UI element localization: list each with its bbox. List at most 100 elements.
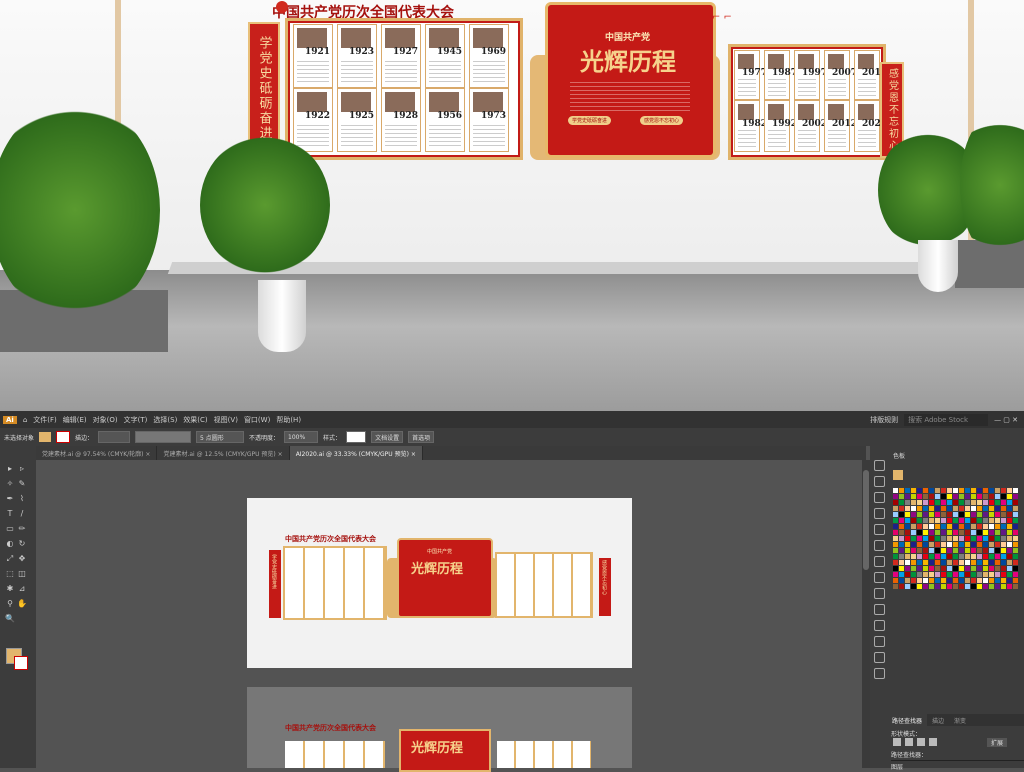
color-swatch[interactable]: [917, 578, 922, 583]
color-swatch[interactable]: [905, 566, 910, 571]
color-swatch[interactable]: [989, 554, 994, 559]
color-swatch[interactable]: [1013, 530, 1018, 535]
color-swatch[interactable]: [1013, 506, 1018, 511]
color-swatch[interactable]: [923, 524, 928, 529]
color-swatch[interactable]: [953, 536, 958, 541]
color-swatch[interactable]: [995, 500, 1000, 505]
color-swatch[interactable]: [989, 578, 994, 583]
color-swatch[interactable]: [941, 524, 946, 529]
panel-icon[interactable]: [874, 492, 885, 503]
color-swatch[interactable]: [911, 512, 916, 517]
color-swatch[interactable]: [977, 506, 982, 511]
color-swatch[interactable]: [1007, 584, 1012, 589]
color-swatch[interactable]: [977, 578, 982, 583]
color-swatch[interactable]: [947, 560, 952, 565]
color-swatch[interactable]: [899, 560, 904, 565]
color-swatch[interactable]: [983, 536, 988, 541]
color-swatch[interactable]: [971, 500, 976, 505]
color-swatch[interactable]: [1007, 566, 1012, 571]
color-swatch[interactable]: [989, 500, 994, 505]
color-swatch[interactable]: [995, 542, 1000, 547]
color-swatch[interactable]: [893, 494, 898, 499]
variable-width-dropdown[interactable]: [135, 431, 192, 443]
color-swatch[interactable]: [905, 554, 910, 559]
color-swatch[interactable]: [983, 584, 988, 589]
color-swatch[interactable]: [923, 542, 928, 547]
panel-icon[interactable]: [874, 508, 885, 519]
panel-icon[interactable]: [874, 524, 885, 535]
menu-item[interactable]: 窗口(W): [244, 415, 270, 425]
color-swatch[interactable]: [941, 548, 946, 553]
panel-tab[interactable]: 描边: [927, 714, 949, 726]
color-swatch[interactable]: [983, 488, 988, 493]
color-swatch[interactable]: [1001, 512, 1006, 517]
color-swatch[interactable]: [929, 566, 934, 571]
color-swatch[interactable]: [1001, 488, 1006, 493]
color-swatch[interactable]: [1013, 542, 1018, 547]
color-swatch[interactable]: [947, 500, 952, 505]
color-swatch[interactable]: [923, 536, 928, 541]
color-swatch[interactable]: [965, 542, 970, 547]
panel-icon[interactable]: [874, 620, 885, 631]
color-swatch[interactable]: [947, 524, 952, 529]
color-swatch[interactable]: [995, 536, 1000, 541]
color-swatch[interactable]: [989, 536, 994, 541]
color-swatch[interactable]: [905, 560, 910, 565]
color-swatch[interactable]: [965, 494, 970, 499]
panel-tab[interactable]: 渐变: [949, 714, 971, 726]
color-swatch[interactable]: [893, 530, 898, 535]
color-swatch[interactable]: [965, 536, 970, 541]
color-swatch[interactable]: [935, 542, 940, 547]
color-swatch[interactable]: [959, 518, 964, 523]
color-swatch[interactable]: [959, 542, 964, 547]
color-swatch[interactable]: [917, 530, 922, 535]
color-swatch[interactable]: [893, 548, 898, 553]
color-swatch[interactable]: [971, 494, 976, 499]
color-swatch[interactable]: [989, 506, 994, 511]
style-dropdown[interactable]: [346, 431, 367, 443]
tool-icon[interactable]: T: [5, 509, 15, 519]
color-swatch[interactable]: [935, 572, 940, 577]
artboard[interactable]: 中国共产党历次全国代表大会 学党史砥砺奋进 中国共产党 光辉历程 感党恩不忘初心: [247, 498, 632, 668]
color-swatch[interactable]: [1013, 566, 1018, 571]
color-swatch[interactable]: [959, 572, 964, 577]
color-swatch[interactable]: [923, 530, 928, 535]
tool-icon[interactable]: ✥: [17, 554, 27, 564]
color-swatch[interactable]: [917, 512, 922, 517]
color-swatch[interactable]: [941, 518, 946, 523]
color-swatch[interactable]: [899, 578, 904, 583]
color-swatch[interactable]: [977, 542, 982, 547]
color-swatch[interactable]: [1013, 512, 1018, 517]
menu-item[interactable]: 文件(F): [33, 415, 57, 425]
color-swatch[interactable]: [941, 566, 946, 571]
panel-icon[interactable]: [874, 604, 885, 615]
color-swatch[interactable]: [923, 494, 928, 499]
color-swatch[interactable]: [941, 500, 946, 505]
color-swatch[interactable]: [911, 578, 916, 583]
menu-item[interactable]: 编辑(E): [63, 415, 87, 425]
color-swatch[interactable]: [911, 584, 916, 589]
color-swatch[interactable]: [899, 584, 904, 589]
color-swatch[interactable]: [947, 554, 952, 559]
color-swatch[interactable]: [935, 488, 940, 493]
color-swatch[interactable]: [995, 488, 1000, 493]
color-swatch[interactable]: [1013, 554, 1018, 559]
color-swatch[interactable]: [983, 554, 988, 559]
color-swatch[interactable]: [893, 518, 898, 523]
color-swatch[interactable]: [959, 494, 964, 499]
color-swatch[interactable]: [923, 518, 928, 523]
color-swatch[interactable]: [971, 560, 976, 565]
color-swatch[interactable]: [995, 572, 1000, 577]
color-swatch[interactable]: [989, 512, 994, 517]
color-swatch[interactable]: [971, 512, 976, 517]
color-swatch[interactable]: [1001, 530, 1006, 535]
color-swatch[interactable]: [935, 578, 940, 583]
color-swatch[interactable]: [965, 530, 970, 535]
color-swatch[interactable]: [965, 578, 970, 583]
panel-icon[interactable]: [874, 588, 885, 599]
color-swatch[interactable]: [965, 500, 970, 505]
color-swatch[interactable]: [947, 536, 952, 541]
color-swatch[interactable]: [953, 554, 958, 559]
color-swatch[interactable]: [917, 584, 922, 589]
color-swatch[interactable]: [923, 560, 928, 565]
